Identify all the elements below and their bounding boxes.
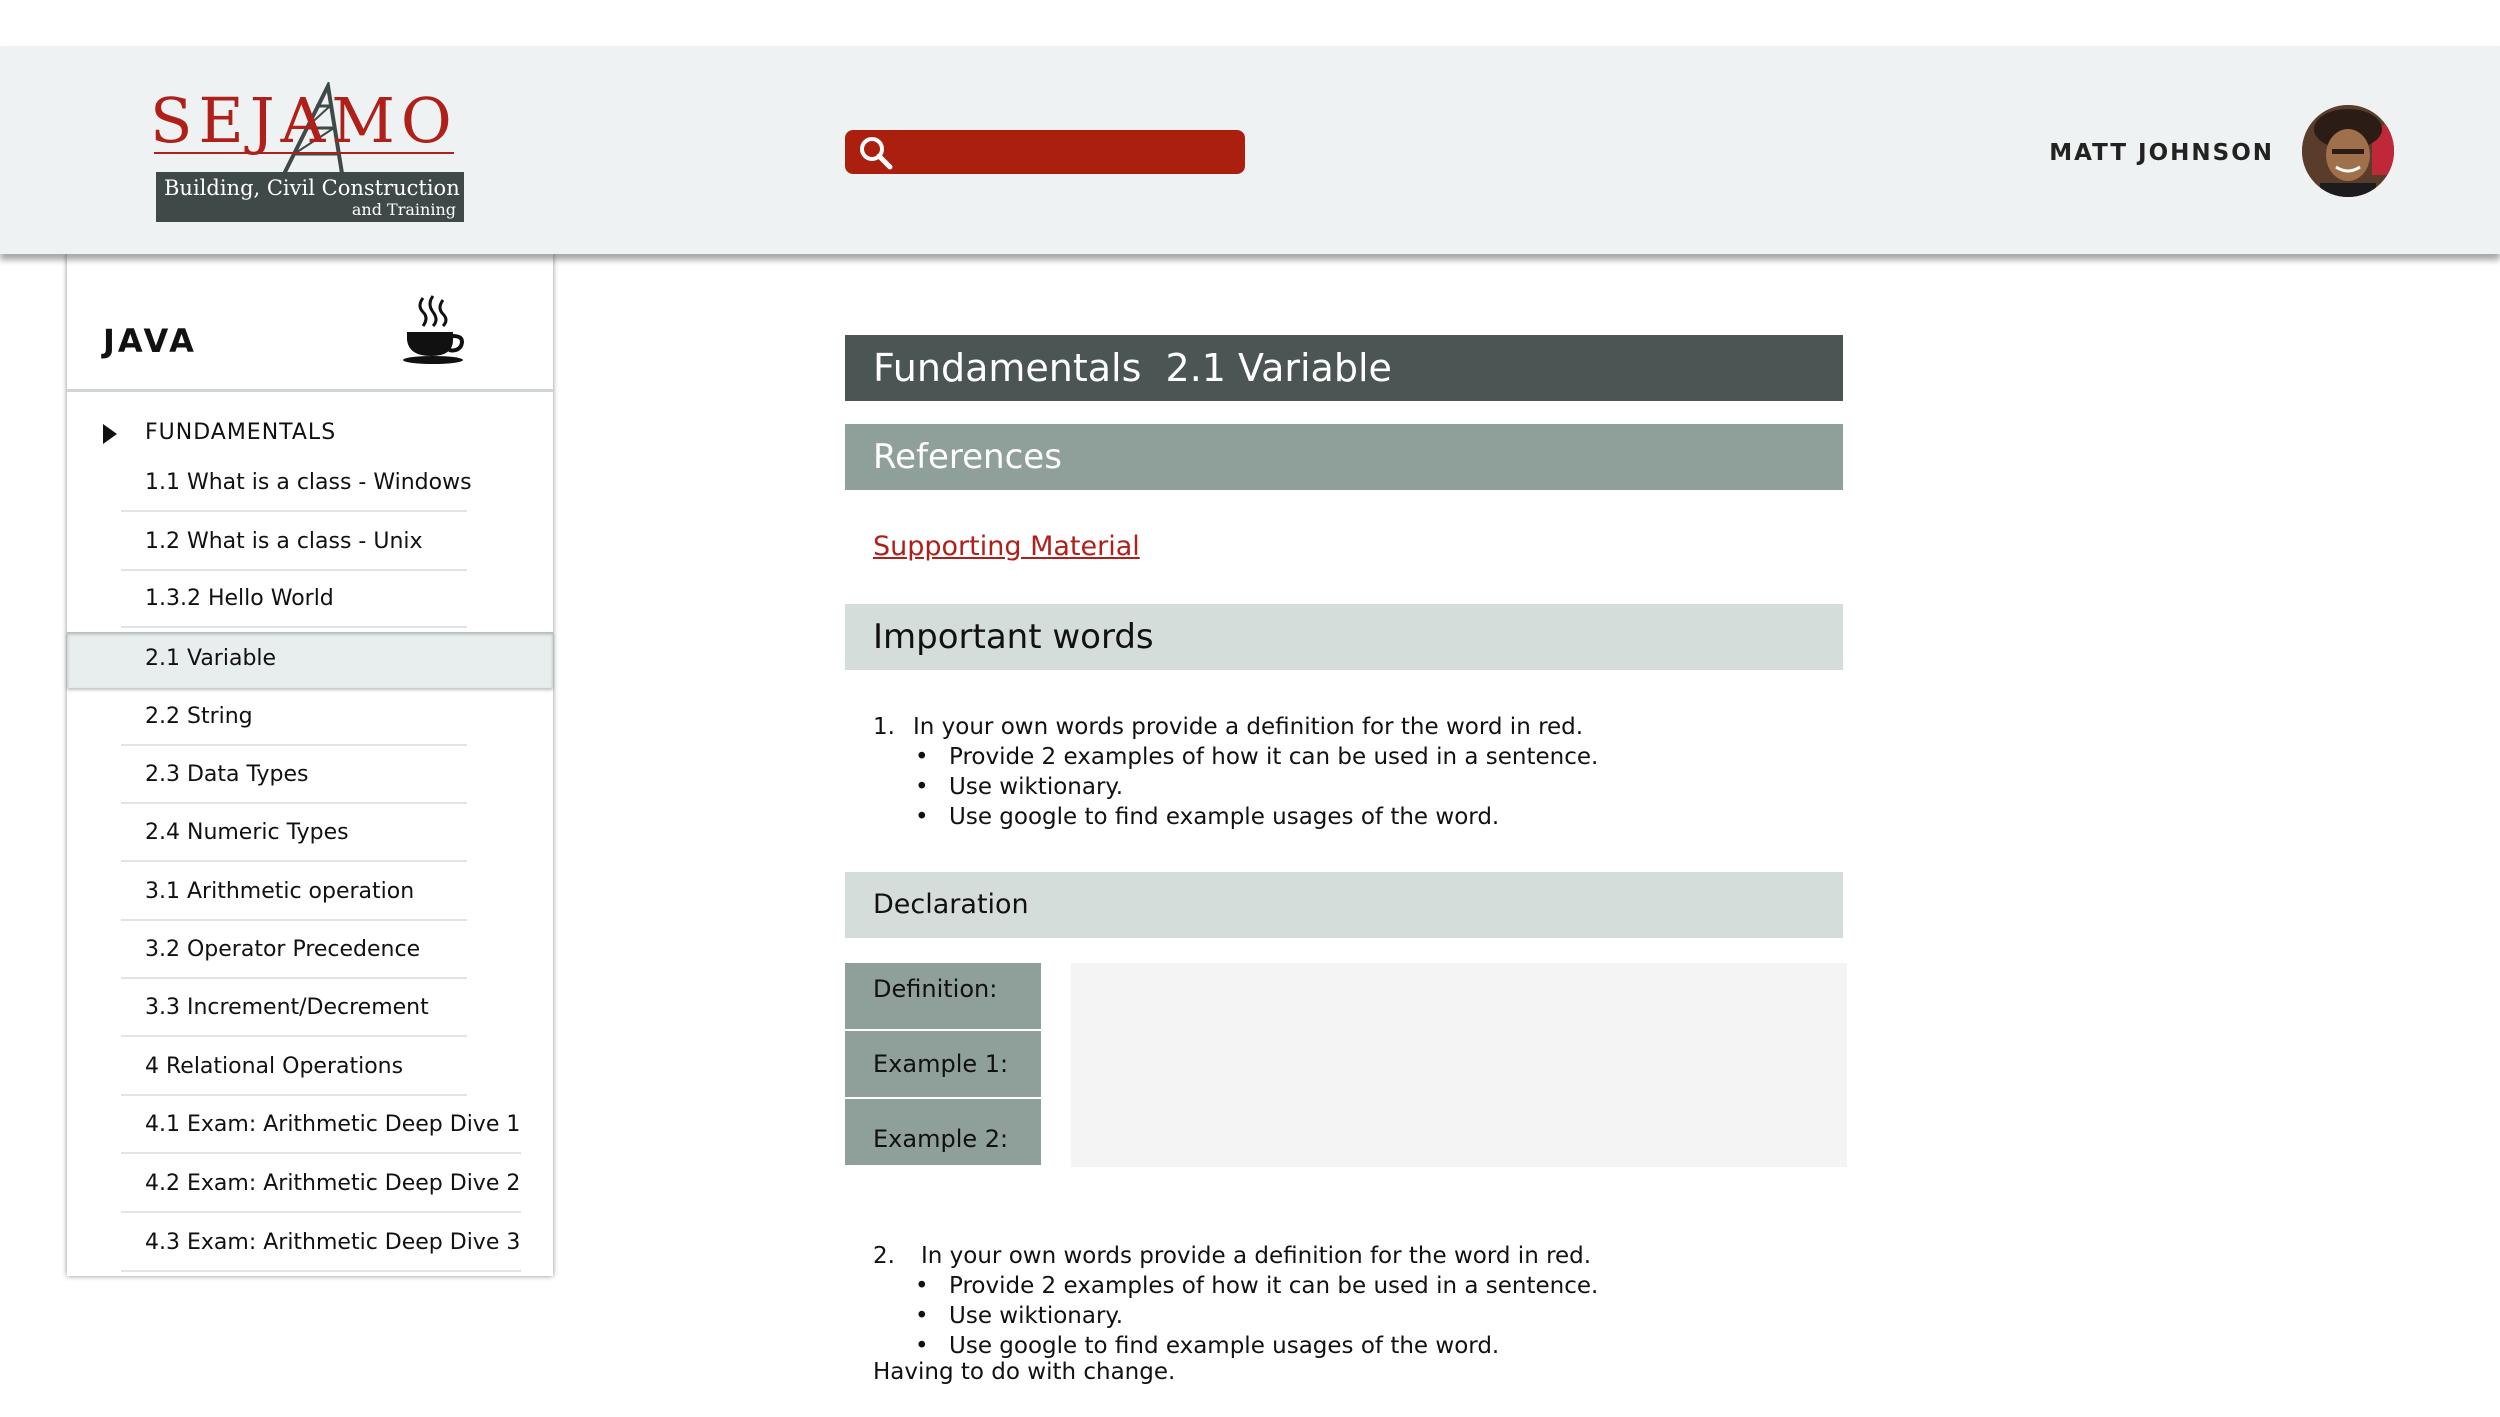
sidebar-header: JAVA (67, 254, 553, 392)
example-2-field[interactable] (1071, 1099, 1847, 1167)
bullet-item: Use google to find example usages of the… (915, 1331, 1598, 1361)
logo-tagline-box: Building, Civil Construction and Trainin… (156, 172, 464, 222)
declaration-bar: Declaration (845, 872, 1843, 938)
sidebar-item-increment-decrement[interactable]: 3.3 Increment/Decrement (67, 981, 553, 1037)
sidebar-item-label: 2.1 Variable (145, 646, 277, 671)
references-bar: References (845, 424, 1843, 490)
question-2: 2. In your own words provide a definition… (873, 1241, 1598, 1361)
search-input[interactable] (845, 130, 1245, 174)
sidebar-item-relational-operations[interactable]: 4 Relational Operations (67, 1040, 553, 1096)
divider (121, 1035, 467, 1037)
divider (121, 1094, 467, 1096)
logo[interactable]: SEJAMO Building, Civil Construction and … (148, 82, 468, 222)
sidebar-item-string[interactable]: 2.2 String (67, 690, 553, 746)
example-2-label-cell: Example 2: (845, 1099, 1041, 1165)
definition-field[interactable] (1071, 963, 1847, 1031)
coffee-cup-icon (403, 295, 464, 364)
example-1-field[interactable] (1071, 1031, 1847, 1099)
sidebar-section-label: FUNDAMENTALS (145, 420, 337, 445)
search-icon[interactable] (859, 136, 893, 170)
sidebar-item-label: 1.2 What is a class - Unix (145, 529, 423, 554)
sidebar-item-exam-deep-dive-3[interactable]: 4.3 Exam: Arithmetic Deep Dive 3 (67, 1216, 553, 1272)
page-title-bar: Fundamentals 2.1 Variable (845, 335, 1843, 401)
page-title: Fundamentals 2.1 Variable (873, 346, 1392, 390)
avatar-image (2302, 105, 2394, 197)
divider (121, 1152, 521, 1154)
sidebar-item-label: 1.1 What is a class - Windows (145, 470, 472, 495)
sidebar-item-data-types[interactable]: 2.3 Data Types (67, 748, 553, 804)
question-text: In your own words provide a definition f… (913, 714, 1584, 740)
question-text: In your own words provide a definition f… (921, 1243, 1592, 1269)
divider (121, 1270, 521, 1272)
sidebar-item-label: 3.2 Operator Precedence (145, 937, 421, 962)
bullet-item: Use wiktionary. (915, 772, 1598, 802)
definition-label: Definition: (873, 975, 998, 1003)
question-number: 2. (873, 1243, 895, 1269)
divider (121, 1211, 521, 1213)
declaration-heading: Declaration (873, 889, 1029, 920)
divider (121, 569, 467, 571)
sidebar-item-label: 2.3 Data Types (145, 762, 309, 787)
sidebar-item-what-is-a-class-unix[interactable]: 1.2 What is a class - Unix (67, 515, 553, 571)
logo-brand: SEJAMO (150, 84, 458, 157)
divider (121, 919, 467, 921)
sidebar-title: JAVA (103, 322, 197, 360)
sidebar-item-label: 4 Relational Operations (145, 1054, 404, 1079)
logo-tagline-1: Building, Civil Construction (164, 176, 460, 200)
bullet-item: Provide 2 examples of how it can be used… (915, 1271, 1598, 1301)
sidebar-item-exam-deep-dive-2[interactable]: 4.2 Exam: Arithmetic Deep Dive 2 (67, 1157, 553, 1213)
sidebar-item-label: 4.3 Exam: Arithmetic Deep Dive 3 (145, 1230, 521, 1255)
sidebar-item-label: 1.3.2 Hello World (145, 586, 334, 611)
example-2-label: Example 2: (873, 1125, 1009, 1153)
bullet-item: Provide 2 examples of how it can be used… (915, 742, 1598, 772)
sidebar-item-variable[interactable]: 2.1 Variable (67, 632, 553, 688)
logo-tagline-2: and Training (351, 200, 456, 219)
important-words-heading: Important words (873, 617, 1154, 657)
sidebar-item-what-is-a-class-windows[interactable]: 1.1 What is a class - Windows (67, 456, 553, 512)
sidebar-item-label: 2.4 Numeric Types (145, 820, 349, 845)
sidebar: JAVA FUNDAMENTALS 1.1 What is a class - … (67, 254, 553, 1276)
sidebar-item-label: 3.1 Arithmetic operation (145, 879, 415, 904)
avatar[interactable] (2302, 105, 2394, 197)
important-words-bar: Important words (845, 604, 1843, 670)
sidebar-item-label: 2.2 String (145, 704, 253, 729)
question-1: 1. In your own words provide a definition… (873, 712, 1598, 832)
divider (121, 977, 467, 979)
top-header: SEJAMO Building, Civil Construction and … (0, 46, 2500, 254)
sidebar-item-numeric-types[interactable]: 2.4 Numeric Types (67, 806, 553, 862)
trailing-text: Having to do with change. (873, 1359, 1176, 1385)
bullet-item: Use google to find example usages of the… (915, 802, 1598, 832)
divider (121, 626, 467, 628)
expand-triangle-icon[interactable] (103, 424, 117, 444)
references-heading: References (873, 437, 1062, 477)
example-1-label-cell: Example 1: (845, 1031, 1041, 1097)
supporting-material-link[interactable]: Supporting Material (873, 531, 1140, 562)
sidebar-item-hello-world[interactable]: 1.3.2 Hello World (67, 572, 553, 628)
sidebar-item-operator-precedence[interactable]: 3.2 Operator Precedence (67, 923, 553, 979)
definition-label-cell: Definition: (845, 963, 1041, 1029)
sidebar-item-label: 3.3 Increment/Decrement (145, 995, 429, 1020)
bullet-item: Use wiktionary. (915, 1301, 1598, 1331)
sidebar-item-label: 4.2 Exam: Arithmetic Deep Dive 2 (145, 1171, 521, 1196)
sidebar-item-label: 4.1 Exam: Arithmetic Deep Dive 1 (145, 1112, 521, 1137)
sidebar-item-arithmetic-operation[interactable]: 3.1 Arithmetic operation (67, 865, 553, 921)
question-bullets: Provide 2 examples of how it can be used… (873, 742, 1598, 832)
logo-rule (154, 152, 454, 154)
sidebar-item-exam-deep-dive-1[interactable]: 4.1 Exam: Arithmetic Deep Dive 1 (67, 1098, 553, 1154)
divider (121, 860, 467, 862)
sidebar-section-fundamentals[interactable]: FUNDAMENTALS (67, 414, 553, 456)
question-number: 1. (873, 714, 895, 740)
divider (121, 510, 467, 512)
example-1-label: Example 1: (873, 1050, 1009, 1078)
divider (121, 744, 467, 746)
question-bullets: Provide 2 examples of how it can be used… (873, 1271, 1598, 1361)
user-name[interactable]: MATT JOHNSON (2049, 140, 2274, 166)
divider (121, 802, 467, 804)
